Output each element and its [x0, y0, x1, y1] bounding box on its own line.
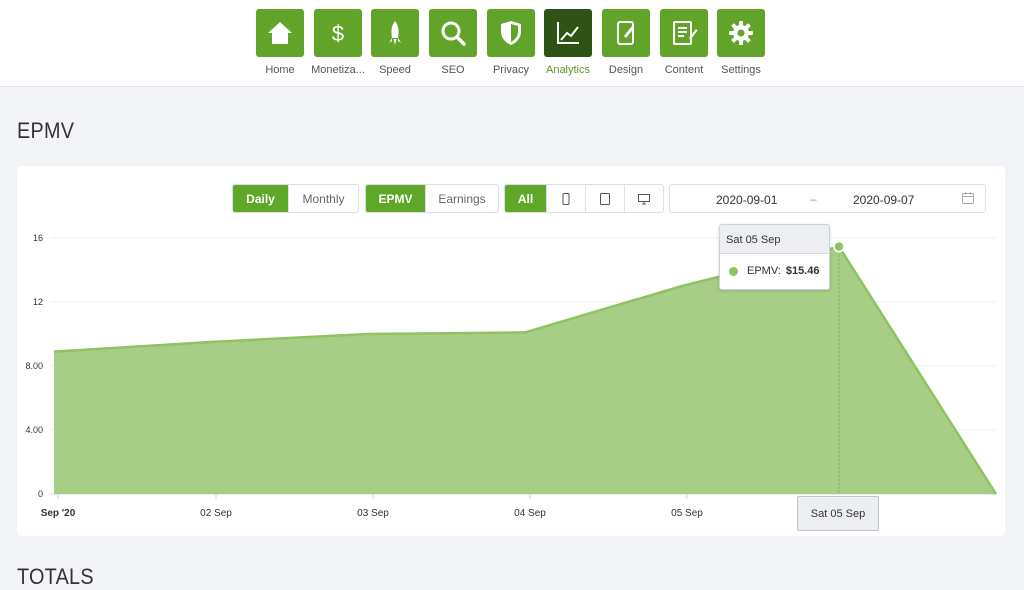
series-dot [729, 266, 738, 276]
tooltip-value: $15.46 [785, 265, 820, 277]
x-tick-label: 04 Sep [514, 508, 546, 519]
x-tick-label: 02 Sep [200, 508, 232, 519]
y-tick-label: 12 [33, 297, 43, 307]
tooltip-title: Sat 05 Sep [720, 225, 829, 254]
y-tick-label: 4.00 [25, 425, 43, 435]
crosshair-x-label: Sat 05 Sep [797, 496, 879, 531]
x-tick-label: 05 Sep [671, 508, 703, 519]
y-tick-label: 0 [38, 489, 43, 499]
tooltip-body: EPMV: $15.46 [720, 254, 829, 277]
highlighted-point[interactable] [833, 240, 845, 253]
x-tick-label: 03 Sep [357, 508, 389, 519]
epmv-area [54, 246, 996, 494]
tooltip-series-label: EPMV: [747, 265, 781, 277]
x-tick-label: Sep '20 [41, 508, 76, 519]
chart-tooltip: Sat 05 Sep EPMV: $15.46 [719, 224, 830, 290]
y-tick-label: 8.00 [25, 361, 43, 371]
totals-title: TOTALS [17, 564, 94, 589]
y-tick-label: 16 [33, 233, 43, 243]
